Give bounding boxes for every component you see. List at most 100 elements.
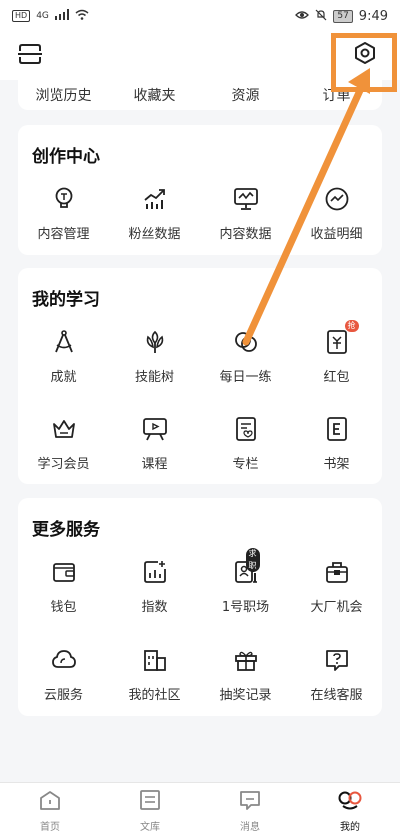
grid-item-label: 粉丝数据 [128,227,181,242]
index-chart-icon [141,558,169,586]
library-icon [138,789,162,815]
grid-item-label: 抽奖记录 [219,688,272,703]
circles-icon [232,328,260,356]
settings-button[interactable] [344,34,386,76]
grid-item-index[interactable]: 指数 [109,558,200,615]
signal-icon [54,9,69,23]
grid-item-skill-tree[interactable]: 技能树 [109,328,200,385]
nav-profile[interactable]: 我的 [300,783,400,831]
board-icon [141,415,169,443]
grid-item-label: 学习会员 [37,457,90,472]
grid-item-columns[interactable]: 专栏 [200,415,291,472]
crown-icon [50,415,78,443]
nav-messages-label: 消息 [240,822,260,831]
chat-question-icon [323,646,351,674]
grid-item-online-service[interactable]: 在线客服 [291,646,382,703]
status-left: HD 4G [12,9,89,23]
status-right: 57 9:49 [295,9,388,24]
profile-icon [337,789,363,815]
nav-profile-label: 我的 [340,822,360,831]
scan-icon [18,43,42,69]
grid-item-label: 内容管理 [37,227,90,242]
my-learning-card: 我的学习 成就 技能树 每日一练 抢 红包 学习会员 课程 专栏 书架 [18,268,382,484]
status-bar: HD 4G 57 9:49 [0,0,400,32]
grid-item-earnings[interactable]: 收益明细 [291,185,382,242]
network-label: 4G [36,11,49,21]
wallet-icon [50,558,78,586]
grid-item-achievements[interactable]: 成就 [18,328,109,385]
grid-item-big-company[interactable]: 大厂机会 [291,558,382,615]
grid-item-career[interactable]: 求职 1号职场 [200,548,291,615]
grab-badge: 抢 [344,320,359,332]
grid-item-label: 我的社区 [128,688,181,703]
earnings-icon [323,185,351,213]
grid-item-label: 红包 [323,370,350,385]
nav-library[interactable]: 文库 [100,783,200,831]
grid-item-content-data[interactable]: 内容数据 [200,185,291,242]
grid-item-bookshelf[interactable]: 书架 [291,415,382,472]
monitor-chart-icon [232,185,260,213]
top-bar [0,32,400,80]
job-seeking-badge: 求职 [245,548,260,572]
quick-link-orders[interactable]: 订单 [291,85,382,105]
quick-links-card: 浏览历史 收藏夹 资源 订单 [18,80,382,110]
compass-icon [50,328,78,356]
quick-link-history[interactable]: 浏览历史 [18,85,109,105]
more-services-card: 更多服务 钱包 指数 求职 1号职场 大厂机会 云服务 我的社区 抽奖记录 在线… [18,498,382,716]
grid-item-daily-practice[interactable]: 每日一练 [200,328,291,385]
home-icon [38,789,62,815]
ebook-icon [323,415,351,443]
wifi-icon [75,9,89,23]
grid-item-courses[interactable]: 课程 [109,415,200,472]
nav-messages[interactable]: 消息 [200,783,300,831]
clock: 9:49 [358,8,388,24]
grid-item-label: 每日一练 [219,370,272,385]
grid-item-cloud-services[interactable]: 云服务 [18,646,109,703]
grid-item-fan-data[interactable]: 粉丝数据 [109,185,200,242]
community-icon [141,646,169,674]
leaf-icon [141,328,169,356]
eye-icon [295,9,310,23]
quick-link-resources[interactable]: 资源 [200,85,291,105]
cloud-icon [50,646,78,674]
growth-chart-icon [141,185,169,213]
grid-item-label: 专栏 [232,457,259,472]
nav-home[interactable]: 首页 [0,783,100,831]
grid-item-label: 成就 [50,370,77,385]
hd-badge: HD [12,10,31,22]
grid-item-label: 书架 [323,457,350,472]
creator-center-title: 创作中心 [32,147,100,167]
message-icon [238,789,262,815]
more-services-title: 更多服务 [32,520,100,540]
mute-bell-icon [315,9,327,24]
bottom-nav: 首页 文库 消息 我的 [0,782,400,831]
briefcase-icon [323,558,351,586]
creator-center-card: 创作中心 内容管理 粉丝数据 内容数据 收益明细 [18,125,382,255]
scan-button[interactable] [16,42,44,70]
gift-icon [232,646,260,674]
grid-item-label: 指数 [141,600,168,615]
quick-link-favorites[interactable]: 收藏夹 [109,85,200,105]
grid-item-label: 内容数据 [219,227,272,242]
settings-hex-icon [353,41,377,69]
grid-item-lottery-records[interactable]: 抽奖记录 [200,646,291,703]
resume-icon: 求职 [232,548,260,586]
grid-item-label: 在线客服 [310,688,363,703]
battery-indicator: 57 [333,9,353,23]
red-packet-icon: 抢 [323,320,359,356]
grid-item-membership[interactable]: 学习会员 [18,415,109,472]
grid-item-label: 1号职场 [221,600,270,615]
bulb-icon [50,185,78,213]
grid-item-label: 云服务 [43,688,83,703]
grid-item-label: 课程 [141,457,168,472]
grid-item-label: 大厂机会 [310,600,363,615]
grid-item-content-management[interactable]: 内容管理 [18,185,109,242]
grid-item-my-community[interactable]: 我的社区 [109,646,200,703]
grid-item-label: 技能树 [134,370,174,385]
my-learning-title: 我的学习 [32,290,100,310]
nav-home-label: 首页 [40,822,60,831]
column-icon [232,415,260,443]
grid-item-wallet[interactable]: 钱包 [18,558,109,615]
grid-item-red-packet[interactable]: 抢 红包 [291,320,382,385]
grid-item-label: 钱包 [50,600,77,615]
